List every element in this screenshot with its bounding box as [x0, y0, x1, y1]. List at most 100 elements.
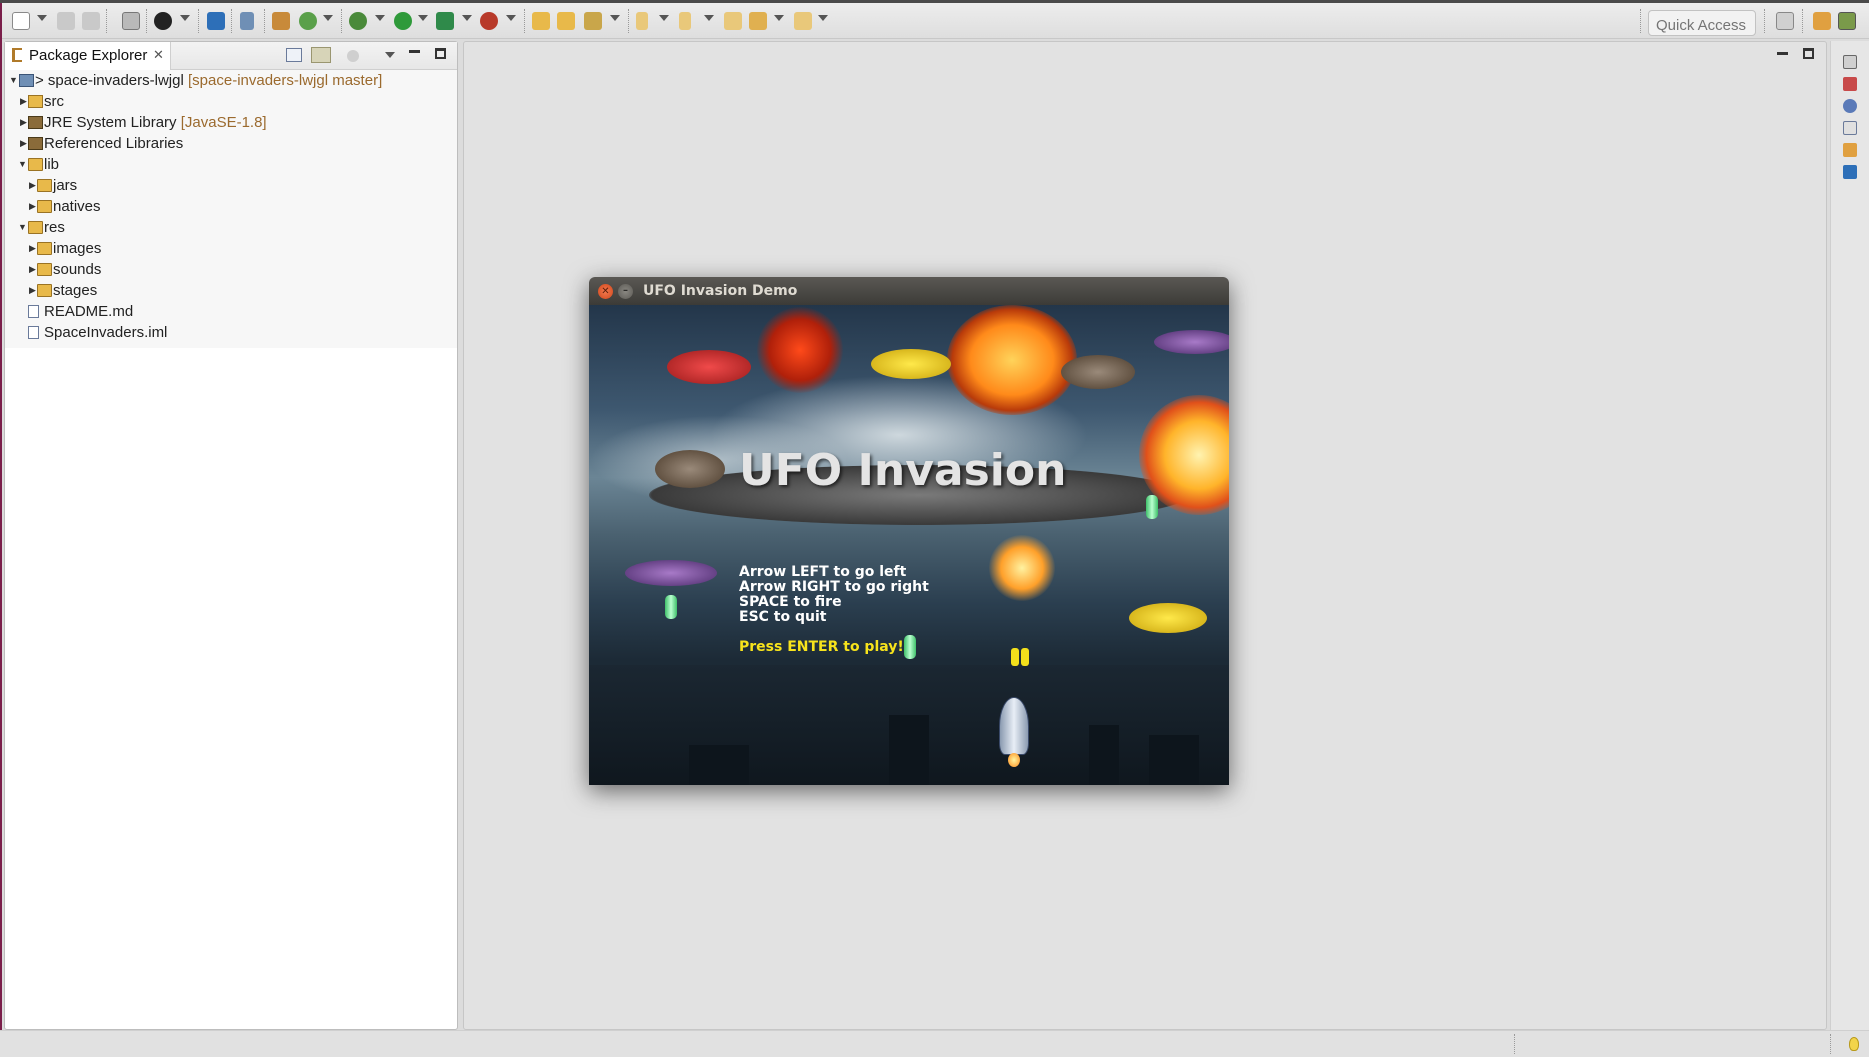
status-bar	[0, 1030, 1869, 1057]
toolbar-separator	[341, 9, 342, 33]
toolbar-separator	[264, 9, 265, 33]
coverage-icon[interactable]	[436, 12, 454, 30]
tree-item-images[interactable]: ▶ images	[5, 238, 457, 259]
previous-annotation-icon[interactable]	[679, 12, 691, 30]
open-type-icon[interactable]	[532, 12, 550, 30]
perspective-open-icon[interactable]	[1776, 12, 1794, 30]
tree-item-jars[interactable]: ▶ jars	[5, 175, 457, 196]
library-icon	[28, 116, 43, 129]
tree-item-spaceinvaders-iml[interactable]: SpaceInvaders.iml	[5, 322, 457, 343]
run-dropdown-icon[interactable]	[418, 15, 428, 21]
declaration-icon[interactable]	[1843, 121, 1857, 135]
folder-icon	[28, 221, 43, 234]
console-icon[interactable]	[207, 12, 225, 30]
minimize-icon[interactable]	[1774, 46, 1792, 62]
new-package-icon[interactable]	[299, 12, 317, 30]
focus-icon[interactable]	[347, 50, 359, 62]
back-dropdown-icon[interactable]	[774, 15, 784, 21]
view-menu-icon[interactable]	[385, 52, 395, 58]
maximize-icon[interactable]	[1800, 46, 1818, 62]
expanded-arrow-icon[interactable]: ▼	[9, 70, 18, 91]
collapsed-arrow-icon[interactable]: ▶	[20, 133, 27, 154]
run-icon[interactable]	[394, 12, 412, 30]
tab-package-explorer[interactable]: Package Explorer ✕	[5, 42, 171, 70]
search-dropdown-icon[interactable]	[610, 15, 620, 21]
external-tools-icon[interactable]	[480, 12, 498, 30]
collapsed-arrow-icon[interactable]: ▶	[29, 280, 36, 301]
maximize-icon[interactable]	[435, 48, 446, 59]
tree-item-referenced-libraries[interactable]: ▶ Referenced Libraries	[5, 133, 457, 154]
collapse-all-icon[interactable]	[286, 48, 302, 62]
debug-perspective-icon[interactable]	[1813, 12, 1831, 30]
tree-item-natives[interactable]: ▶ natives	[5, 196, 457, 217]
new-icon[interactable]	[12, 12, 30, 30]
back-icon[interactable]	[749, 12, 767, 30]
tree-item-sounds[interactable]: ▶ sounds	[5, 259, 457, 280]
link-with-editor-icon[interactable]	[311, 47, 331, 63]
profile-dropdown-icon[interactable]	[180, 15, 190, 21]
toolbar-separator	[231, 9, 232, 33]
game-window: ✕ – UFO Invasion Demo UFO Invasion Arrow…	[589, 277, 1229, 785]
collapsed-arrow-icon[interactable]: ▶	[29, 196, 36, 217]
print-icon[interactable]	[122, 12, 140, 30]
expanded-arrow-icon[interactable]: ▼	[18, 154, 27, 175]
tree-item-res[interactable]: ▼ res	[5, 217, 457, 238]
building	[1089, 725, 1119, 785]
search-icon[interactable]	[584, 12, 602, 30]
java-perspective-icon[interactable]	[1838, 12, 1856, 30]
forward-dropdown-icon[interactable]	[818, 15, 828, 21]
collapsed-arrow-icon[interactable]: ▶	[29, 259, 36, 280]
tree-item-label: src	[44, 93, 64, 110]
last-edit-location-icon[interactable]	[724, 12, 742, 30]
source-folder-icon	[28, 95, 43, 108]
restore-icon[interactable]	[1843, 55, 1857, 69]
minimize-icon[interactable]: –	[618, 284, 633, 299]
profile-icon[interactable]	[154, 12, 172, 30]
expanded-arrow-icon[interactable]: ▼	[18, 217, 27, 238]
external-tools-dropdown-icon[interactable]	[506, 15, 516, 21]
tree-item-lib[interactable]: ▼ lib	[5, 154, 457, 175]
new-package-dropdown-icon[interactable]	[323, 15, 333, 21]
forward-icon[interactable]	[794, 12, 812, 30]
ufo-brown	[1061, 355, 1135, 389]
console-view-icon[interactable]	[1843, 165, 1857, 179]
debug-icon[interactable]	[349, 12, 367, 30]
close-icon[interactable]: ✕	[153, 47, 164, 63]
task-list-icon[interactable]	[1843, 77, 1857, 91]
tree-item-src[interactable]: ▶ src	[5, 91, 457, 112]
previous-annotation-dropdown-icon[interactable]	[704, 15, 714, 21]
outline-icon[interactable]	[1843, 143, 1857, 157]
skip-breakpoints-icon[interactable]	[240, 12, 254, 30]
save-all-icon[interactable]	[82, 12, 100, 30]
close-icon[interactable]: ✕	[598, 284, 613, 299]
lightbulb-icon[interactable]	[1849, 1037, 1859, 1051]
new-java-project-icon[interactable]	[272, 12, 290, 30]
explosion	[757, 307, 843, 393]
game-canvas[interactable]: UFO Invasion Arrow LEFT to go left Arrow…	[589, 305, 1229, 785]
tree-item-stages[interactable]: ▶ stages	[5, 280, 457, 301]
building	[889, 715, 929, 785]
collapsed-arrow-icon[interactable]: ▶	[29, 238, 36, 259]
debug-dropdown-icon[interactable]	[375, 15, 385, 21]
new-dropdown-icon[interactable]	[37, 15, 47, 21]
coverage-dropdown-icon[interactable]	[462, 15, 472, 21]
save-icon[interactable]	[57, 12, 75, 30]
git-decoration: [space-invaders-lwjgl master]	[188, 72, 383, 89]
next-annotation-icon[interactable]	[636, 12, 648, 30]
main-toolbar	[2, 3, 1869, 39]
collapsed-arrow-icon[interactable]: ▶	[20, 112, 27, 133]
next-annotation-dropdown-icon[interactable]	[659, 15, 669, 21]
tree-item-project[interactable]: ▼ > space-invaders-lwjgl [space-invaders…	[5, 70, 457, 91]
collapsed-arrow-icon[interactable]: ▶	[20, 91, 27, 112]
minimize-icon[interactable]	[409, 50, 420, 53]
tree-item-jre-system-library[interactable]: ▶ JRE System Library [JavaSE-1.8]	[5, 112, 457, 133]
open-folder-icon[interactable]	[557, 12, 575, 30]
enemy-bullet	[1011, 648, 1019, 666]
game-window-title: UFO Invasion Demo	[643, 283, 798, 299]
ufo-yellow	[871, 349, 951, 379]
collapsed-arrow-icon[interactable]: ▶	[29, 175, 36, 196]
quick-access-input[interactable]	[1648, 10, 1756, 36]
javadoc-icon[interactable]	[1843, 99, 1857, 113]
game-window-titlebar[interactable]: ✕ – UFO Invasion Demo	[589, 277, 1229, 305]
tree-item-readme[interactable]: README.md	[5, 301, 457, 322]
